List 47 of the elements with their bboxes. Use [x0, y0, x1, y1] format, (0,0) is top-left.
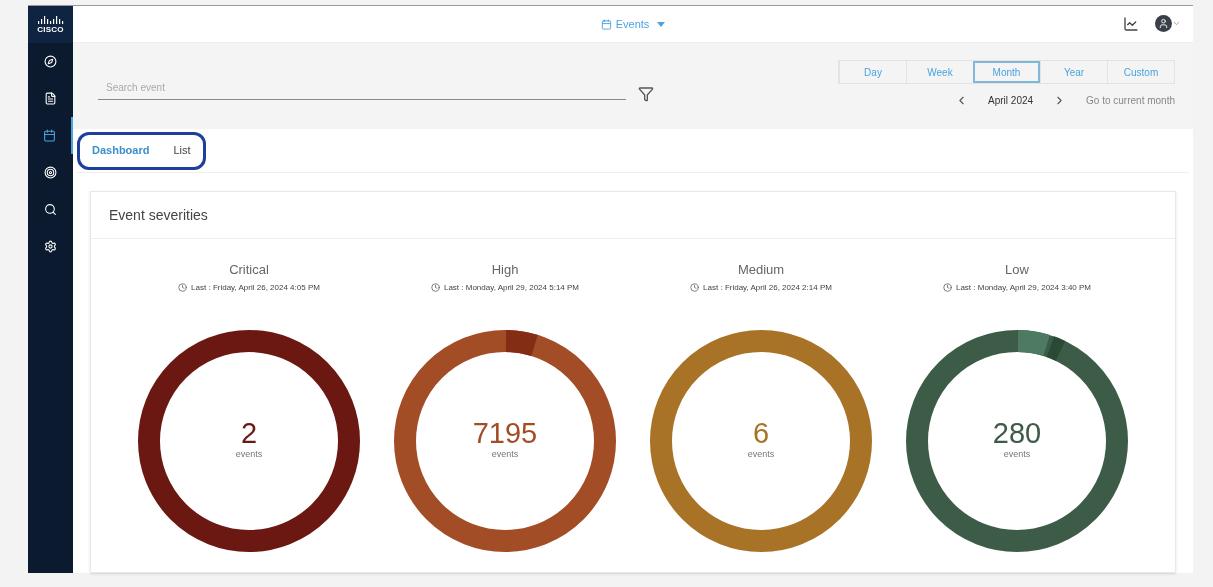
- chart-icon[interactable]: [1123, 15, 1139, 32]
- document-icon: [44, 92, 57, 105]
- event-count: 280: [992, 419, 1042, 449]
- count-unit: events: [235, 448, 263, 462]
- severity-name: Critical: [229, 261, 269, 279]
- chevron-down-icon: [1172, 19, 1181, 28]
- period-label: April 2024: [988, 94, 1034, 108]
- last-event-time: Last : Monday, April 29, 2024 5:14 PM: [443, 281, 579, 294]
- range-tab[interactable]: Year: [1040, 61, 1107, 83]
- clock-icon: [690, 283, 700, 292]
- user-avatar-icon: [1155, 15, 1172, 32]
- clock-icon: [178, 283, 188, 292]
- event-count: 6: [752, 419, 770, 449]
- severity-name: Medium: [737, 261, 785, 279]
- target-icon: [44, 166, 57, 179]
- range-tab[interactable]: Day: [839, 61, 906, 83]
- filter-icon[interactable]: [638, 86, 654, 102]
- clock-icon: [430, 283, 440, 292]
- tab[interactable]: Dashboard: [92, 142, 150, 159]
- compass-icon: [44, 55, 57, 68]
- last-event-time: Last : Friday, April 26, 2024 4:05 PM: [191, 281, 320, 294]
- count-unit: events: [747, 448, 775, 462]
- events-menu[interactable]: Events: [600, 15, 666, 33]
- current-month-link[interactable]: Go to current month: [1086, 93, 1175, 108]
- settings-icon: [44, 240, 57, 253]
- tab[interactable]: List: [173, 142, 191, 159]
- range-tab[interactable]: Week: [906, 61, 973, 83]
- calendar-icon: [43, 129, 56, 142]
- severity-name: High: [491, 261, 519, 279]
- search-field[interactable]: Search event: [98, 76, 626, 100]
- dropdown-caret-icon: [657, 21, 666, 27]
- range-tab[interactable]: Month: [973, 61, 1040, 83]
- count-unit: events: [491, 448, 519, 462]
- user-menu[interactable]: [1155, 15, 1181, 32]
- logo-text: CISCO: [37, 25, 64, 34]
- logo-bars-icon: [37, 15, 64, 24]
- clock-icon: [942, 283, 952, 292]
- calendar-icon: [600, 18, 612, 30]
- last-event-time: Last : Friday, April 26, 2024 2:14 PM: [703, 281, 832, 294]
- card-title: Event severities: [109, 205, 208, 225]
- last-event-time: Last : Monday, April 29, 2024 3:40 PM: [955, 281, 1091, 294]
- count-unit: events: [1003, 448, 1031, 462]
- event-count: 2: [240, 419, 258, 449]
- range-tab[interactable]: Custom: [1107, 61, 1174, 83]
- severity-name: Low: [1005, 261, 1029, 279]
- event-count: 7195: [472, 419, 538, 449]
- search-icon: [44, 203, 57, 216]
